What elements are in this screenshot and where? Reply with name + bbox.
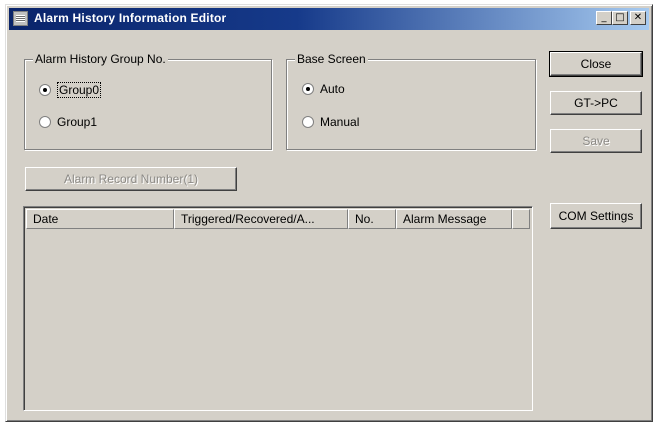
radio-manual-indicator[interactable]: [302, 116, 314, 128]
gt-to-pc-button[interactable]: GT->PC: [550, 91, 642, 115]
column-header-date[interactable]: Date: [26, 209, 174, 229]
radio-group1[interactable]: Group1: [39, 115, 97, 129]
radio-group0-label: Group0: [57, 82, 102, 98]
radio-manual[interactable]: Manual: [302, 115, 359, 129]
radio-group1-indicator[interactable]: [39, 116, 51, 128]
column-header-filler: [512, 209, 530, 229]
alarm-history-group-title: Alarm History Group No.: [33, 52, 168, 66]
alarm-history-group-box: Alarm History Group No. Group0 Group1: [24, 52, 272, 150]
radio-auto[interactable]: Auto: [302, 82, 345, 96]
base-screen-group-box: Base Screen Auto Manual: [286, 52, 536, 150]
list-header: Date Triggered/Recovered/A... No. Alarm …: [26, 209, 530, 229]
app-icon: [13, 11, 28, 26]
alarm-history-editor-window: Alarm History Information Editor _ □ ✕ A…: [5, 4, 653, 422]
minimize-button[interactable]: _: [596, 11, 612, 25]
close-window-button[interactable]: ✕: [630, 11, 646, 25]
maximize-button[interactable]: □: [612, 11, 628, 25]
window-title: Alarm History Information Editor: [34, 11, 227, 25]
title-bar[interactable]: Alarm History Information Editor _ □ ✕: [9, 8, 649, 30]
radio-group0[interactable]: Group0: [39, 82, 102, 98]
base-screen-group-title: Base Screen: [295, 52, 368, 66]
radio-group1-label: Group1: [57, 115, 98, 129]
alarm-record-number-button[interactable]: Alarm Record Number(1): [25, 167, 237, 191]
radio-auto-indicator[interactable]: [302, 83, 314, 95]
radio-manual-label: Manual: [320, 115, 360, 129]
alarm-history-list[interactable]: Date Triggered/Recovered/A... No. Alarm …: [23, 206, 533, 411]
close-button[interactable]: Close: [549, 51, 643, 77]
column-header-alarm-message[interactable]: Alarm Message: [396, 209, 512, 229]
column-header-no[interactable]: No.: [348, 209, 396, 229]
radio-auto-label: Auto: [320, 82, 345, 96]
column-header-triggered-recovered[interactable]: Triggered/Recovered/A...: [174, 209, 348, 229]
com-settings-button[interactable]: COM Settings: [550, 203, 642, 229]
radio-group0-indicator[interactable]: [39, 84, 51, 96]
save-button[interactable]: Save: [550, 129, 642, 153]
